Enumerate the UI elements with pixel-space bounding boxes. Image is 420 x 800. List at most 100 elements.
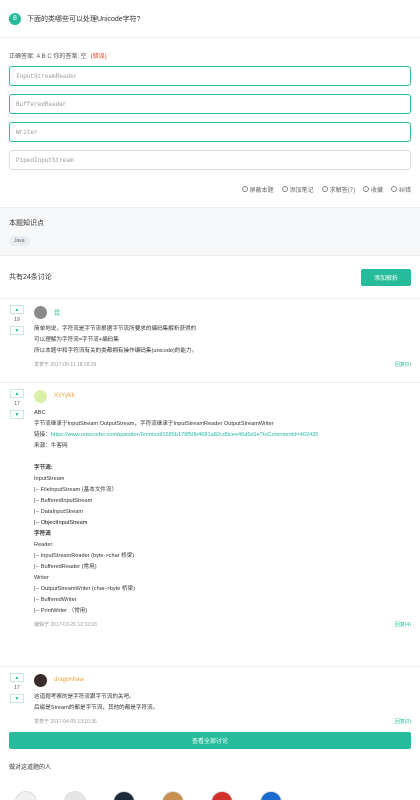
- post-line: |-- DataInputStream: [34, 509, 84, 515]
- post-line: |-- BufferedWriter: [34, 597, 77, 603]
- downvote-button[interactable]: ▼: [10, 326, 24, 335]
- option-a[interactable]: InputStreamReader: [9, 66, 411, 86]
- add-analysis-button[interactable]: 添加解析: [361, 268, 411, 286]
- avatar[interactable]: [211, 791, 233, 800]
- answer-line: 正确答案: A B C 你的答案: 空 (错误): [0, 38, 420, 63]
- add-note-button[interactable]: 添加笔记: [281, 185, 314, 194]
- avatar[interactable]: [260, 791, 282, 800]
- discussion-post: ▲ 19 ▼ 昆. 简单地说，字符流是字节流根据字节流所要求的编码集解析获得的 …: [0, 298, 420, 382]
- avatar[interactable]: [34, 673, 47, 687]
- author-name[interactable]: XxYyKk: [54, 393, 75, 399]
- vote-box: ▲ 17 ▼: [9, 673, 25, 703]
- post-line: |-- BufferedInputStream: [34, 498, 93, 504]
- post-time: 发表于 2017-05-11 18:28:29: [34, 361, 97, 368]
- vote-count: 17: [14, 685, 20, 691]
- post-line: InputStream: [34, 476, 65, 482]
- reply-button[interactable]: 回复(0): [395, 361, 411, 368]
- people-list: [9, 791, 411, 800]
- post-line: Writer: [34, 575, 49, 581]
- flag-icon: [390, 186, 397, 192]
- knowledge-points: 本题知识点 Java: [0, 208, 420, 256]
- vote-box: ▲ 17 ▼: [9, 389, 25, 419]
- divider: [0, 196, 420, 208]
- knowledge-title: 本题知识点: [9, 220, 44, 227]
- post-author: 昆.: [34, 302, 411, 322]
- option-b[interactable]: BufferedReader: [9, 94, 411, 114]
- post-line: 简单地说，字符流是字节流根据字节流所要求的编码集解析获得的: [34, 326, 197, 332]
- post-meta: 编辑于 2017-03-26 12:32:03 回复(4): [34, 617, 411, 631]
- people-title: 做对这道题的人: [9, 765, 52, 771]
- section-heading: 字符流: [34, 531, 51, 537]
- downvote-button[interactable]: ▼: [10, 410, 24, 419]
- favorite-button[interactable]: 收藏: [362, 185, 383, 194]
- knowledge-tag[interactable]: Java: [9, 236, 30, 246]
- vote-box: ▲ 19 ▼: [9, 305, 25, 335]
- post-author: dragonhaw: [34, 670, 411, 690]
- post-line: |-- BufferedReader (常用): [34, 564, 97, 570]
- section-heading: 字节流:: [34, 465, 53, 471]
- answer-status: (错误): [90, 54, 107, 60]
- avatar[interactable]: [113, 791, 135, 800]
- question-text: 下面的类哪些可以处理Unicode字符?: [27, 15, 141, 23]
- link-label: 链接：: [34, 432, 51, 438]
- discussion-post: ▲ 17 ▼ dragonhaw 这道题考察的是字符流跟字节流的关吧。 后缀是S…: [0, 666, 420, 730]
- author-name[interactable]: 昆.: [54, 308, 62, 317]
- ask-answer-button[interactable]: 求解答(7): [321, 185, 355, 194]
- post-meta: 发表于 2017-04-09 13:10:36 回复(0): [34, 714, 411, 728]
- option-c[interactable]: Writer: [9, 122, 411, 142]
- post-time: 发表于 2017-04-09 13:10:36: [34, 718, 97, 725]
- post-author: XxYyKk: [34, 386, 411, 406]
- discussion-post: ▲ 17 ▼ XxYyKk ABC 字节流继承于InputStream Outp…: [0, 382, 420, 666]
- post-line: |-- FileInputStream (基本文件流）: [34, 487, 118, 493]
- post-link-line: 链接：https://www.nowcoder.com/questionTerm…: [34, 430, 411, 441]
- star-icon: [362, 186, 369, 192]
- post-line: 这道题考察的是字符流跟字节流的关吧。: [34, 694, 135, 700]
- option-d[interactable]: PipedInputStream: [9, 150, 411, 170]
- question-toolbar: 屏蔽本题 添加笔记 求解答(7) 收藏 纠错: [0, 178, 420, 196]
- post-body: 这道题考察的是字符流跟字节流的关吧。 后缀是Stream的都是字节流，其他的都是…: [34, 692, 411, 714]
- post-source: 来源：牛客网: [34, 443, 68, 449]
- reply-button[interactable]: 回复(4): [395, 621, 411, 628]
- question-number-badge: 8: [9, 12, 21, 25]
- post-link[interactable]: https://www.nowcoder.com/questionTermina…: [51, 432, 319, 438]
- vote-count: 19: [14, 317, 20, 323]
- upvote-button[interactable]: ▲: [10, 305, 24, 314]
- post-body: 简单地说，字符流是字节流根据字节流所要求的编码集解析获得的 可以理解为字符流=字…: [34, 324, 411, 357]
- avatar[interactable]: [34, 305, 47, 319]
- question-header: 8 下面的类哪些可以处理Unicode字符?: [0, 0, 420, 38]
- block-icon: [241, 186, 248, 192]
- post-line: 可以理解为字符流=字节流+编码集: [34, 337, 119, 343]
- post-body: ABC 字节流继承于InputStream OutputStream，字符流继承…: [34, 408, 411, 617]
- post-meta: 发表于 2017-05-11 18:28:29 回复(0): [34, 357, 411, 371]
- reply-button[interactable]: 回复(0): [395, 718, 411, 725]
- options-list: InputStreamReader BufferedReader Writer …: [0, 63, 420, 170]
- discussion-header: 共有24条讨论 添加解析: [0, 256, 420, 298]
- downvote-button[interactable]: ▼: [10, 694, 24, 703]
- vote-count: 17: [14, 401, 20, 407]
- people-section: 做对这道题的人: [0, 749, 420, 800]
- note-icon: [281, 186, 288, 192]
- post-line: 所以本题中和字符流有关的类都拥有操作编码集(unicode)的能力。: [34, 348, 198, 354]
- post-line: |-- PrintWriter （常用): [34, 608, 88, 614]
- author-name[interactable]: dragonhaw: [54, 677, 84, 683]
- avatar[interactable]: [64, 791, 86, 800]
- block-question-button[interactable]: 屏蔽本题: [241, 185, 274, 194]
- post-time: 编辑于 2017-03-26 12:32:03: [34, 621, 97, 628]
- upvote-button[interactable]: ▲: [10, 389, 24, 398]
- post-line: 字节流继承于InputStream OutputStream，字符流继承于Inp…: [34, 421, 274, 427]
- report-error-button[interactable]: 纠错: [390, 185, 411, 194]
- view-all-discussions-button[interactable]: 查看全部讨论: [9, 732, 411, 749]
- post-line: |-- OutputStreamWriter (char->byte 桥梁): [34, 586, 135, 592]
- avatar[interactable]: [15, 791, 37, 800]
- post-line: |-- InputStreamReader (byte->char 桥梁): [34, 553, 135, 559]
- upvote-button[interactable]: ▲: [10, 673, 24, 682]
- answer-label: 正确答案: A B C 你的答案: 空: [9, 54, 87, 60]
- avatar[interactable]: [162, 791, 184, 800]
- page: 8 下面的类哪些可以处理Unicode字符? 正确答案: A B C 你的答案:…: [0, 0, 420, 800]
- post-line: 后缀是Stream的都是字节流，其他的都是字符流。: [34, 705, 159, 711]
- question-icon: [321, 186, 328, 192]
- post-line: Reader: [34, 542, 53, 548]
- post-line: |-- ObjectInputStream: [34, 520, 88, 526]
- avatar[interactable]: [34, 389, 47, 403]
